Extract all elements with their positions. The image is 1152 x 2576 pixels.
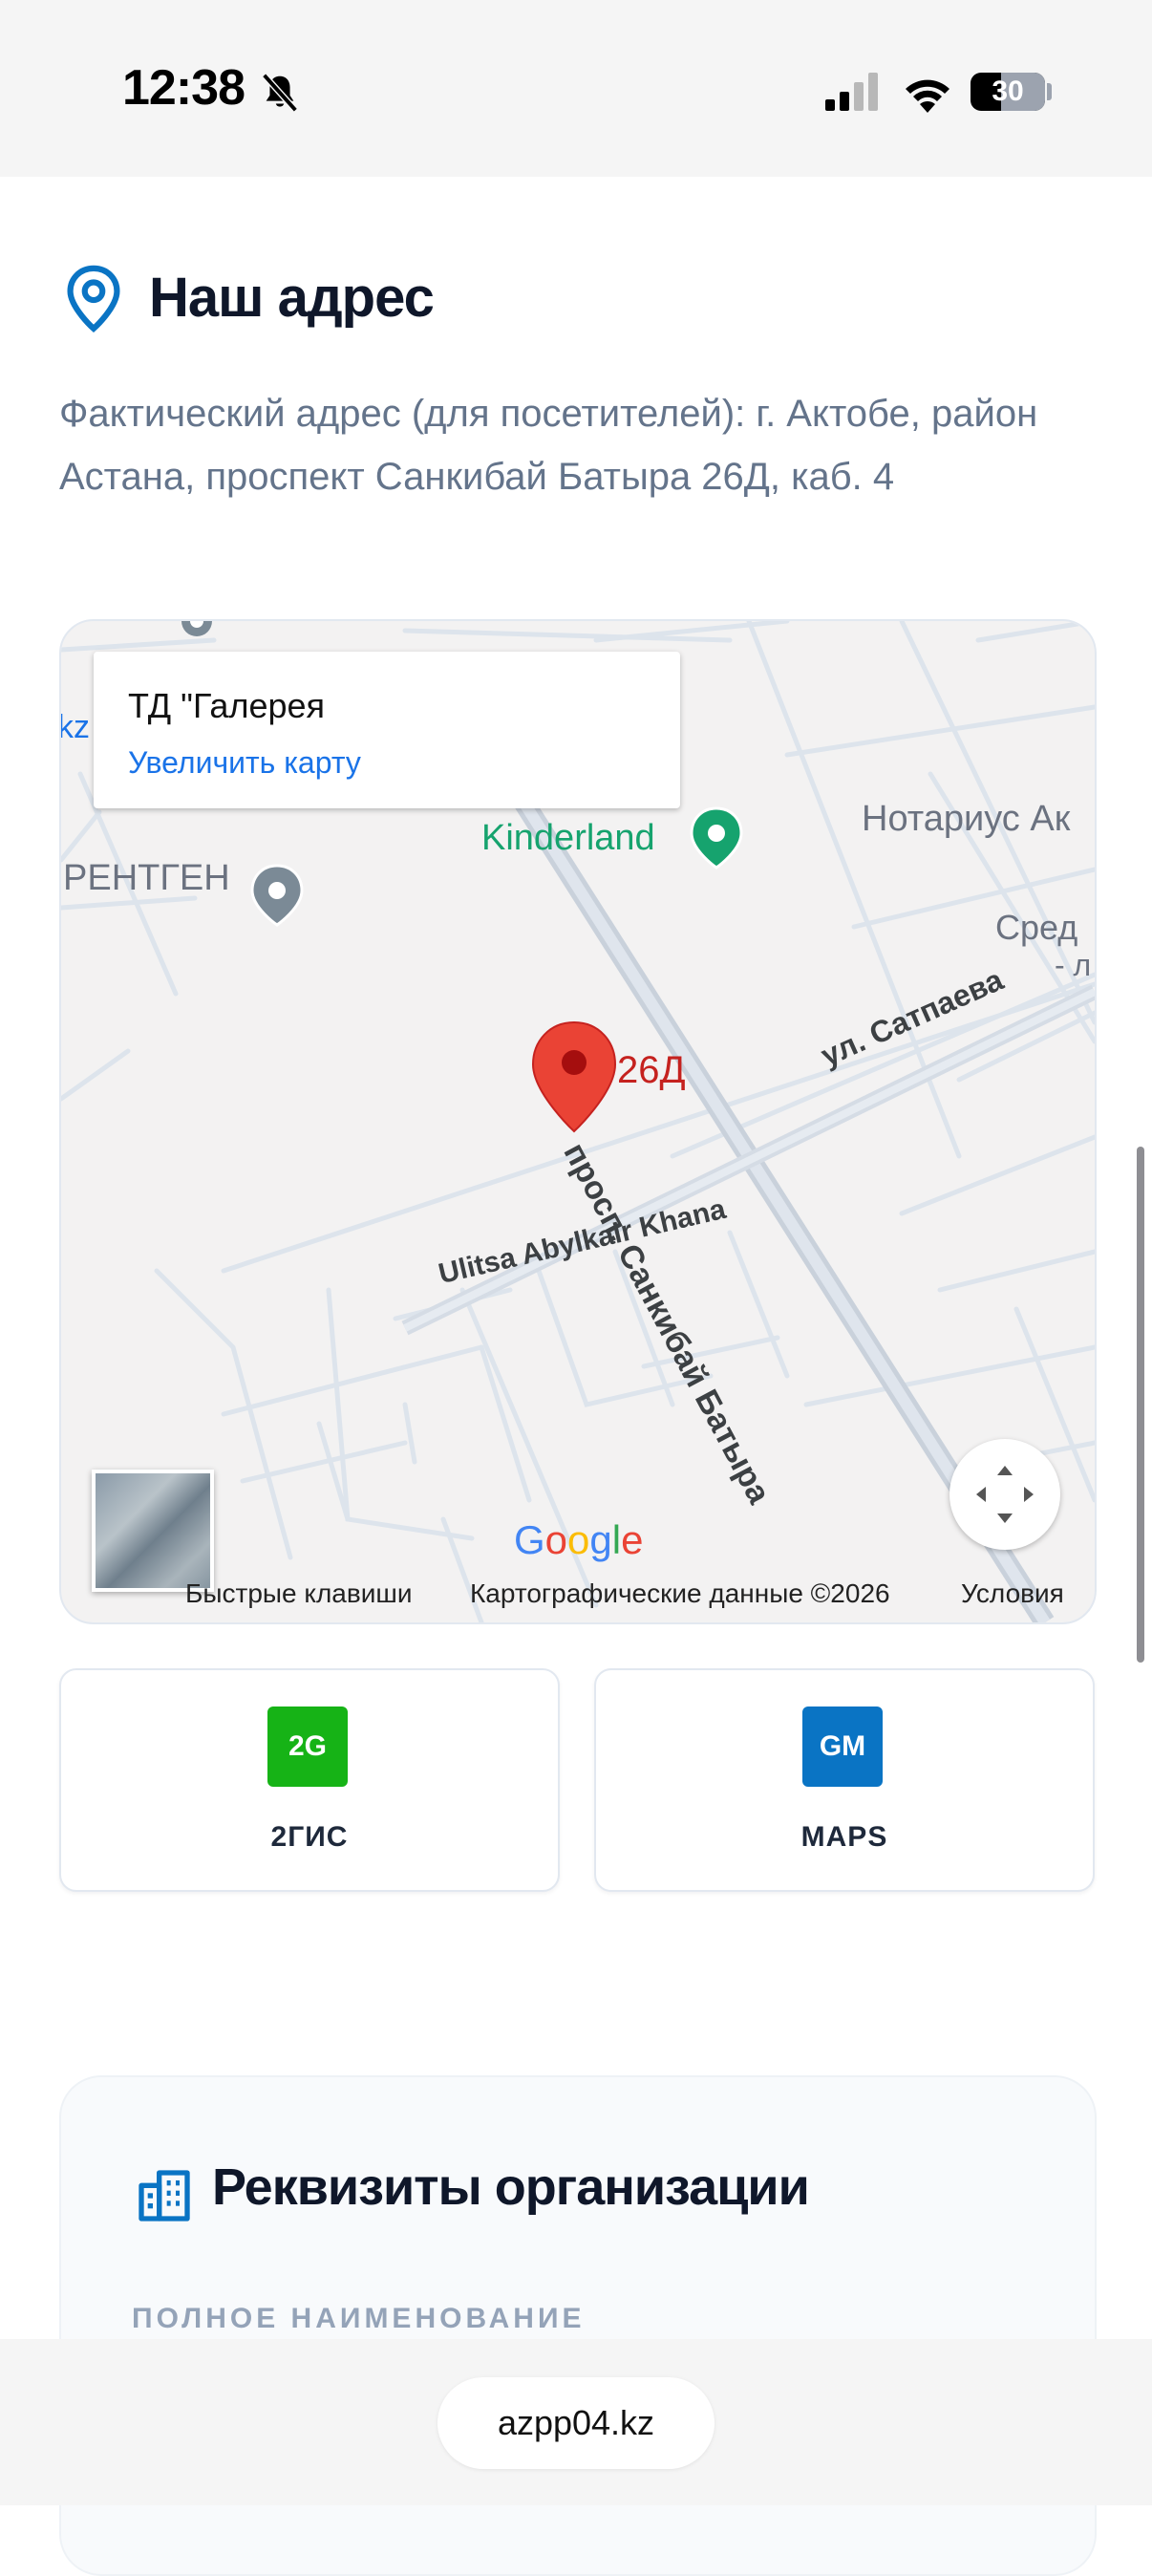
google-logo: Google [514, 1517, 644, 1562]
map-label-marker[interactable]: 26Д [617, 1049, 686, 1092]
address-section-title: Наш адрес [149, 267, 435, 329]
map-label-sred[interactable]: Сред [995, 908, 1077, 948]
fullscreen-icon [976, 1466, 1034, 1523]
url-bar[interactable]: azpp04.kz [437, 2377, 715, 2469]
map-label-kinderland[interactable]: Kinderland [481, 818, 655, 859]
bell-off-icon [262, 73, 298, 113]
enlarge-map-link[interactable]: Увеличить карту [128, 745, 361, 781]
status-bar: 12:38 30 [0, 0, 1152, 177]
place-info-card: ТД "Галерея Увеличить карту [94, 652, 680, 808]
map-label-sred-dash: - л [1055, 948, 1092, 982]
battery-level: 30 [992, 75, 1024, 107]
maps-label: MAPS [800, 1821, 888, 1853]
2gis-label: 2ГИС [270, 1821, 349, 1853]
terms-link[interactable]: Условия [961, 1578, 1064, 1609]
map-footer: Быстрые клавиши Картографические данные … [61, 1573, 1095, 1622]
google-map[interactable]: kz РЕНТГЕН Kinderland Нотариус Ак Сред -… [59, 619, 1097, 1624]
place-title: ТД "Галерея [128, 686, 326, 725]
map-data-attribution: Картографические данные ©2026 [470, 1578, 890, 1608]
cellular-signal-icon [825, 73, 878, 111]
open-2gis-button[interactable]: 2G 2ГИС [59, 1668, 560, 1892]
open-google-maps-button[interactable]: GM MAPS [594, 1668, 1095, 1892]
requisites-title: Реквизиты организации [212, 2158, 810, 2216]
map-label-notarius[interactable]: Нотариус Ак [862, 799, 1070, 840]
keyboard-shortcuts-link[interactable]: Быстрые клавиши [185, 1578, 412, 1609]
full-name-label: ПОЛНОЕ НАИМЕНОВАНИЕ [132, 2303, 586, 2334]
scrollbar[interactable] [1137, 1147, 1144, 1663]
address-text: Фактический адрес (для посетителей): г. … [59, 393, 1038, 498]
map-label-rentgen[interactable]: РЕНТГЕН [63, 858, 230, 899]
google-maps-logo-icon: GM [802, 1707, 883, 1787]
battery-indicator: 30 [971, 73, 1045, 111]
wifi-icon [906, 79, 949, 113]
building-icon [139, 2170, 190, 2222]
location-pin-icon [67, 265, 120, 333]
browser-bottom-bar: azpp04.kz [0, 2339, 1152, 2505]
status-time: 12:38 [122, 60, 245, 116]
map-label-kz: kz [59, 709, 90, 745]
fullscreen-button[interactable] [949, 1439, 1060, 1550]
2gis-logo-icon: 2G [267, 1707, 348, 1787]
url-text: azpp04.kz [497, 2403, 655, 2442]
